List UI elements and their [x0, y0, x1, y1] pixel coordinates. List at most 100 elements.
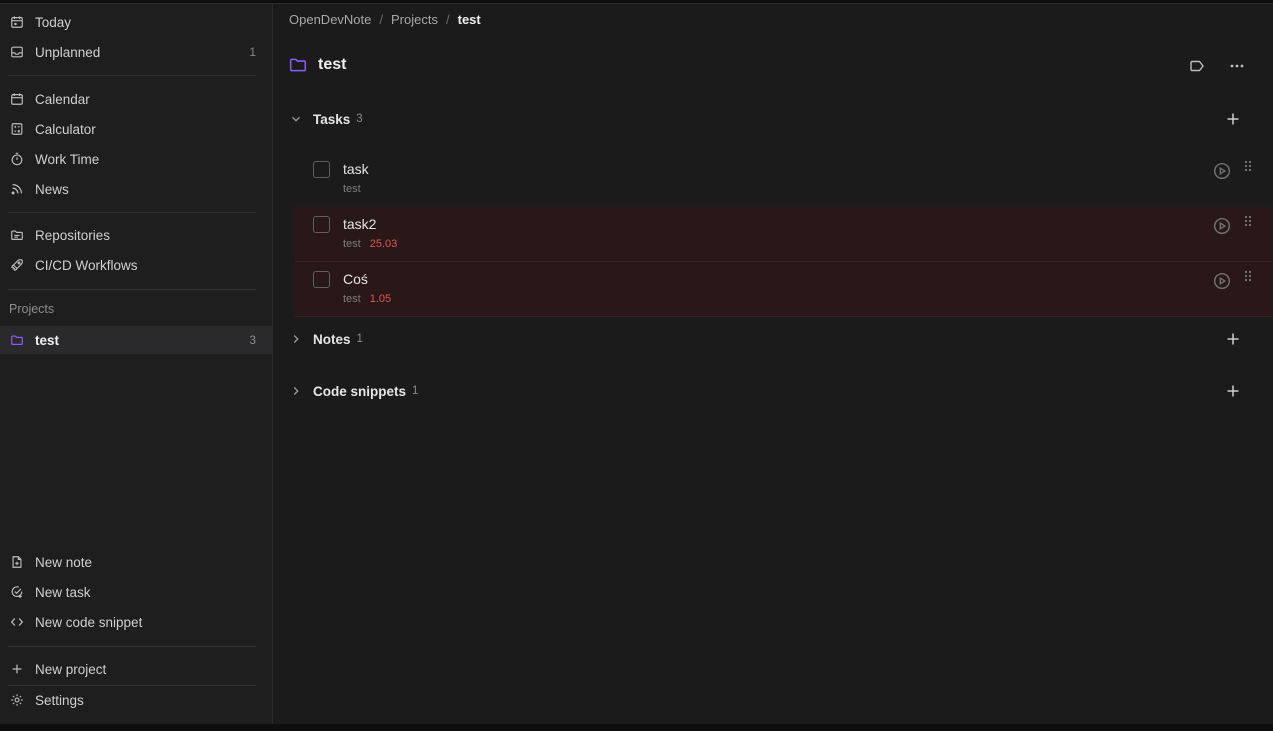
chevron-right-icon — [293, 387, 299, 395]
sidebar-item-label: Work Time — [35, 151, 100, 167]
new-task-icon — [10, 585, 24, 599]
task-project: test — [343, 183, 361, 195]
sidebar-item-label: News — [35, 181, 69, 197]
rss-icon — [10, 182, 24, 196]
task-due-date: 25.03 — [369, 238, 398, 250]
sidebar-divider — [8, 646, 256, 647]
new-task-button[interactable]: New task — [0, 578, 272, 606]
calendar-icon — [10, 92, 24, 106]
task-name: task2 — [343, 216, 377, 232]
sidebar-item-label: Today — [35, 14, 72, 30]
add-snippet-button[interactable] — [1225, 383, 1241, 399]
task-row-overdue[interactable]: task2 test 25.03 — [295, 207, 1273, 262]
sidebar-divider — [8, 289, 256, 290]
group-title: Code snippets — [313, 383, 407, 399]
folder-repo-icon — [10, 228, 24, 242]
drag-handle-icon[interactable] — [1243, 270, 1253, 284]
new-project-button[interactable]: New project — [0, 655, 272, 683]
plus-icon — [10, 662, 24, 676]
sidebar-item-news[interactable]: News — [0, 175, 272, 203]
task-row-overdue[interactable]: Coś test 1.05 — [295, 262, 1273, 317]
calendar-today-icon — [10, 15, 24, 29]
add-note-button[interactable] — [1225, 331, 1241, 347]
notes-group-header[interactable]: Notes 1 — [289, 328, 1254, 350]
breadcrumb-item[interactable]: Projects — [391, 12, 438, 27]
sidebar-item-calendar[interactable]: Calendar — [0, 85, 272, 113]
task-name: Coś — [343, 271, 368, 287]
breadcrumb-separator: / — [445, 12, 450, 27]
task-project: test — [343, 293, 361, 305]
page-title: test — [318, 56, 347, 73]
drag-handle-icon[interactable] — [1243, 215, 1253, 229]
settings-label: Settings — [35, 692, 84, 708]
gear-icon — [10, 693, 24, 707]
group-count: 1 — [356, 333, 363, 345]
sidebar-item-repositories[interactable]: Repositories — [0, 221, 272, 249]
breadcrumb-current: test — [457, 12, 481, 27]
sidebar: Today Unplanned 1 Calendar Calculator Wo… — [0, 4, 273, 724]
sidebar-project-label: test — [35, 332, 60, 348]
new-code-snippet-label: New code snippet — [35, 614, 143, 630]
play-circle-icon[interactable] — [1213, 217, 1231, 235]
task-due-date: 1.05 — [369, 293, 392, 305]
task-meta: test — [343, 183, 361, 195]
breadcrumb-separator: / — [379, 12, 384, 27]
sidebar-item-work-time[interactable]: Work Time — [0, 145, 272, 173]
chevron-right-icon — [293, 335, 299, 343]
stopwatch-icon — [10, 152, 24, 166]
sidebar-divider — [8, 212, 256, 213]
chevron-down-icon — [292, 116, 300, 122]
sidebar-project-test[interactable]: test 3 — [0, 326, 272, 354]
task-row[interactable]: task test — [295, 152, 1273, 207]
app-window: Today Unplanned 1 Calendar Calculator Wo… — [0, 3, 1273, 724]
sidebar-item-cicd[interactable]: CI/CD Workflows — [0, 251, 272, 279]
new-note-button[interactable]: New note — [0, 548, 272, 576]
tag-icon — [1190, 60, 1204, 72]
settings-button[interactable]: Settings — [0, 686, 272, 714]
sidebar-item-count: 1 — [249, 45, 256, 59]
play-circle-icon[interactable] — [1213, 162, 1231, 180]
task-checkbox[interactable] — [313, 216, 330, 233]
task-checkbox[interactable] — [313, 161, 330, 178]
new-code-snippet-button[interactable]: New code snippet — [0, 608, 272, 636]
group-title: Tasks — [313, 111, 351, 127]
rocket-icon — [10, 258, 24, 272]
folder-icon — [289, 58, 307, 72]
play-circle-icon[interactable] — [1213, 272, 1231, 290]
task-meta: test 1.05 — [343, 293, 391, 305]
task-checkbox[interactable] — [313, 271, 330, 288]
tag-button[interactable] — [1187, 56, 1207, 76]
sidebar-item-label: Unplanned — [35, 44, 101, 60]
plus-icon — [1227, 385, 1239, 397]
group-title: Notes — [313, 331, 351, 347]
ellipsis-icon — [1230, 64, 1244, 68]
task-name: task — [343, 161, 369, 177]
sidebar-item-label: Repositories — [35, 227, 111, 243]
sidebar-item-calculator[interactable]: Calculator — [0, 115, 272, 143]
inbox-icon — [10, 45, 24, 59]
tasks-group-header[interactable]: Tasks 3 — [289, 108, 1254, 130]
drag-handle-icon[interactable] — [1243, 160, 1253, 174]
group-count: 1 — [412, 385, 419, 397]
more-options-button[interactable] — [1227, 56, 1247, 76]
page-header: test — [289, 56, 346, 74]
task-meta: test 25.03 — [343, 238, 397, 250]
sidebar-item-unplanned[interactable]: Unplanned 1 — [0, 38, 272, 66]
snippets-group-header[interactable]: Code snippets 1 — [289, 380, 1254, 402]
group-count: 3 — [356, 113, 363, 125]
new-note-icon — [10, 555, 24, 569]
sidebar-divider — [8, 75, 256, 76]
add-task-button[interactable] — [1225, 111, 1241, 127]
plus-icon — [1227, 333, 1239, 345]
sidebar-item-today[interactable]: Today — [0, 8, 272, 36]
sidebar-item-label: CI/CD Workflows — [35, 257, 138, 273]
sidebar-project-count: 3 — [249, 333, 256, 347]
task-project: test — [343, 238, 361, 250]
breadcrumb-item[interactable]: OpenDevNote — [289, 12, 371, 27]
code-icon — [10, 615, 24, 629]
calculator-icon — [10, 122, 24, 136]
main-content: OpenDevNote / Projects / test test Tasks… — [273, 4, 1273, 724]
sidebar-item-label: Calendar — [35, 91, 90, 107]
folder-icon — [10, 333, 24, 347]
breadcrumb: OpenDevNote / Projects / test — [289, 12, 481, 27]
